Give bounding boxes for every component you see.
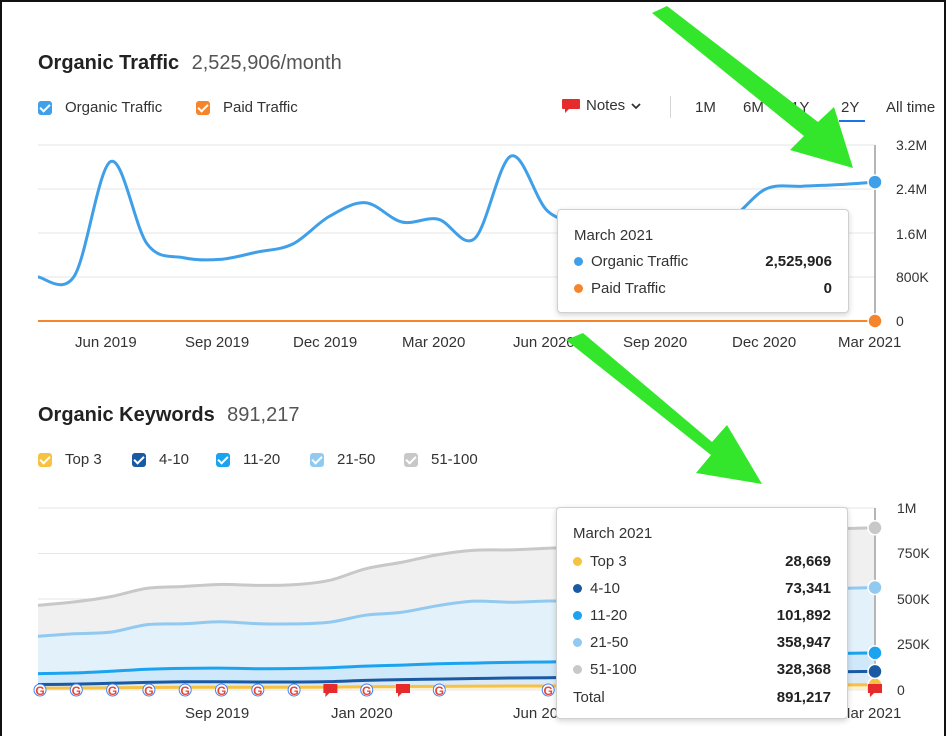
- legend-label: 11-20: [243, 451, 281, 468]
- traffic-metric: 2,525,906/month: [191, 52, 342, 74]
- keywords-metric: 891,217: [227, 404, 300, 426]
- tooltip-series-name: 51-100: [590, 661, 637, 678]
- tooltip-series-value: 328,368: [776, 661, 831, 678]
- traffic-ytick: 2.4M: [896, 181, 928, 197]
- checkbox-icon[interactable]: [38, 100, 52, 115]
- tooltip-series-value: 28,669: [785, 553, 831, 570]
- checkbox-icon[interactable]: [310, 452, 324, 467]
- chevron-down-icon: [631, 102, 641, 109]
- legend-label: Top 3: [65, 451, 102, 468]
- checkbox-icon[interactable]: [196, 100, 210, 115]
- traffic-xtick: Sep 2019: [185, 334, 250, 351]
- keywords-ytick: 250K: [897, 636, 930, 652]
- legend-label: Organic Traffic: [65, 99, 163, 116]
- keywords-header: Organic Keywords 891,217: [38, 404, 299, 427]
- tooltip-series-name: 4-10: [590, 580, 621, 597]
- traffic-tooltip: March 2021 Organic Traffic 2,525,906 Pai…: [557, 209, 849, 313]
- series-dot-icon: [573, 557, 582, 566]
- tooltip-series-value: 2,525,906: [765, 253, 832, 270]
- tooltip-series-name: Organic Traffic: [591, 253, 689, 270]
- legend-label: Paid Traffic: [223, 99, 298, 116]
- keywords-xtick: Sep 2019: [185, 705, 250, 722]
- checkbox-icon[interactable]: [132, 452, 146, 467]
- checkbox-icon[interactable]: [404, 452, 418, 467]
- tooltip-total-label: Total: [573, 689, 605, 706]
- tooltip-series-name: Top 3: [590, 553, 627, 570]
- series-dot-icon: [574, 284, 583, 293]
- traffic-xtick: Jun 2019: [75, 334, 137, 351]
- legend-label: 21-50: [337, 451, 376, 468]
- series-dot-icon: [574, 257, 583, 266]
- keywords-legend-51-100[interactable]: 51-100: [404, 451, 478, 468]
- traffic-title: Organic Traffic: [38, 52, 180, 74]
- series-dot-icon: [573, 665, 582, 674]
- traffic-ytick: 3.2M: [896, 137, 928, 153]
- traffic-ytick: 1.6M: [896, 226, 928, 242]
- keywords-legend-21-50[interactable]: 21-50: [310, 451, 375, 468]
- divider: [670, 96, 671, 118]
- traffic-xtick: Dec 2020: [732, 334, 797, 351]
- range-1y[interactable]: 1Y: [791, 99, 809, 116]
- series-dot-icon: [573, 584, 582, 593]
- traffic-xtick: Dec 2019: [293, 334, 358, 351]
- traffic-legend-organic[interactable]: Organic Traffic: [38, 99, 162, 116]
- traffic-xtick: Mar 2021: [838, 334, 902, 351]
- keywords-ytick: 1M: [897, 500, 917, 516]
- range-active-underline: [839, 120, 865, 122]
- notes-label: Notes: [586, 97, 626, 114]
- tooltip-row: 21-50 358,947: [573, 634, 831, 651]
- keywords-tooltip: March 2021 Top 3 28,669 4-10 73,341 11-2…: [556, 507, 848, 719]
- checkbox-icon[interactable]: [38, 452, 52, 467]
- keywords-ytick: 750K: [897, 545, 930, 561]
- tooltip-total-row: Total 891,217: [573, 689, 831, 706]
- keywords-legend-4-10[interactable]: 4-10: [132, 451, 189, 468]
- note-icon: [562, 98, 580, 113]
- tooltip-total-value: 891,217: [776, 689, 831, 706]
- tooltip-series-name: Paid Traffic: [591, 280, 666, 297]
- keywords-legend-top3[interactable]: Top 3: [38, 451, 102, 468]
- traffic-xtick: Sep 2020: [623, 334, 688, 351]
- tooltip-row: Organic Traffic 2,525,906: [574, 253, 832, 270]
- tooltip-series-value: 73,341: [785, 580, 831, 597]
- range-1m[interactable]: 1M: [695, 99, 716, 116]
- legend-label: 4-10: [159, 451, 190, 468]
- traffic-ytick: 0: [896, 313, 904, 329]
- traffic-ytick: 800K: [896, 269, 929, 285]
- tooltip-series-value: 101,892: [776, 607, 831, 624]
- checkbox-icon[interactable]: [216, 452, 230, 467]
- tooltip-row: 11-20 101,892: [573, 607, 831, 624]
- range-6m[interactable]: 6M: [743, 99, 764, 116]
- legend-label: 51-100: [431, 451, 478, 468]
- keywords-ytick: 500K: [897, 591, 930, 607]
- range-all-time[interactable]: All time: [886, 99, 935, 116]
- traffic-legend-paid[interactable]: Paid Traffic: [196, 99, 298, 116]
- range-2y[interactable]: 2Y: [841, 99, 859, 116]
- keywords-legend-11-20[interactable]: 11-20: [216, 451, 280, 468]
- tooltip-date: March 2021: [574, 227, 654, 244]
- tooltip-row: 4-10 73,341: [573, 580, 831, 597]
- traffic-xtick: Jun 2020: [513, 334, 575, 351]
- traffic-xtick: Mar 2020: [402, 334, 466, 351]
- tooltip-series-name: 11-20: [590, 607, 628, 624]
- tooltip-series-value: 0: [823, 280, 832, 297]
- series-dot-icon: [573, 638, 582, 647]
- keywords-ytick: 0: [897, 682, 905, 698]
- tooltip-date: March 2021: [573, 525, 653, 542]
- keywords-xtick: Jan 2020: [331, 705, 393, 722]
- keywords-title: Organic Keywords: [38, 404, 215, 426]
- notes-dropdown[interactable]: Notes: [561, 97, 642, 114]
- traffic-header: Organic Traffic 2,525,906/month: [38, 52, 342, 75]
- tooltip-series-name: 21-50: [590, 634, 629, 651]
- series-dot-icon: [573, 611, 582, 620]
- tooltip-series-value: 358,947: [776, 634, 831, 651]
- tooltip-row: Paid Traffic 0: [574, 280, 832, 297]
- tooltip-row: Top 3 28,669: [573, 553, 831, 570]
- tooltip-row: 51-100 328,368: [573, 661, 831, 678]
